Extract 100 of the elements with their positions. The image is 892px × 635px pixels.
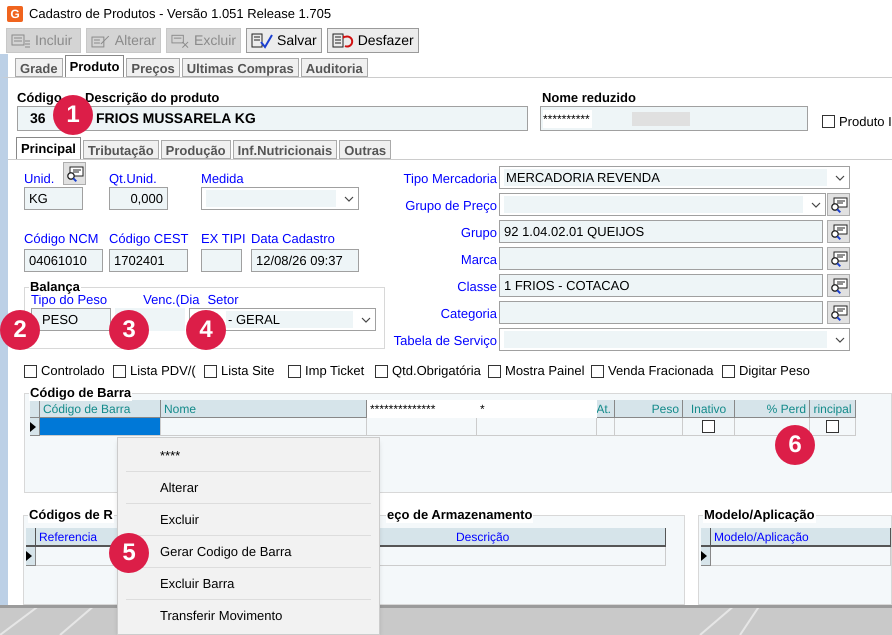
input-field[interactable] [499,301,823,324]
field-label: Grupo [460,224,497,242]
checkbox[interactable] [822,115,835,128]
chevron-down-icon [344,196,354,202]
field-label: Código NCM [24,232,100,246]
checkbox[interactable] [288,364,301,378]
field-value: ********** [543,110,592,128]
tab[interactable]: Produto [64,55,124,77]
field-label: Qt.Unid. [109,172,158,186]
dropdown-field[interactable] [499,193,826,216]
menu-item[interactable]: Alterar [126,472,371,504]
lookup-button[interactable] [827,193,850,216]
tab[interactable]: Auditoria [300,58,368,77]
input-field[interactable]: KG [24,187,83,210]
checkbox[interactable] [826,420,839,433]
input-field[interactable]: 12/08/26 09:37 [251,249,359,272]
lookup-button[interactable] [827,220,850,243]
field-label: Medida [201,172,244,186]
lookup-button[interactable] [827,274,850,297]
input-field[interactable]: ********** [540,106,808,131]
field-label: EX TIPI [201,232,247,246]
field-label: Nome reduzido [542,91,636,105]
dropdown-field[interactable]: MERCADORIA REVENDA [499,166,850,189]
checkbox-label: Produto I [839,112,892,131]
lookup-button[interactable] [63,162,86,185]
input-field[interactable]: 92 1.04.02.01 QUEIJOS [499,220,823,243]
toolbar-button[interactable]: Desfazer [326,28,419,53]
column-header: * [477,400,597,418]
chevron-down-icon [361,316,371,322]
tab[interactable]: Outras [339,140,392,159]
checkbox[interactable] [591,364,604,378]
input-field[interactable] [201,249,242,272]
chevron-down-icon [811,202,821,208]
checkbox-label: Digitar Peso [739,362,810,380]
tab[interactable]: Grade [15,58,63,77]
column-header: Peso [615,400,683,418]
dropdown-field[interactable] [499,328,850,351]
checkbox[interactable] [113,364,126,378]
column-header: Modelo/Aplicação [711,528,891,547]
lookup-button[interactable] [827,247,850,270]
checkbox[interactable] [24,364,37,378]
search-icon [830,304,848,320]
input-field[interactable]: 1702401 [109,249,188,272]
window-title: Cadastro de Produtos - Versão 1.051 Release 1.705 [29,4,332,23]
checkbox-label: Venda Fracionada [608,362,714,380]
tab[interactable]: Tributação [82,140,159,159]
checkbox[interactable] [488,364,501,378]
group-title: Modelo/Aplicação [703,507,816,523]
search-icon [830,278,848,294]
callout-tooltip: 4 [186,310,226,350]
group-title: Códigos de R [28,507,114,523]
field-label: Classe [456,278,497,296]
check-icon [251,32,273,48]
table-cell [597,418,615,436]
column-header: Inativo [683,400,735,418]
checkbox-label: Imp Ticket [305,362,364,380]
tab[interactable]: Produção [160,140,231,159]
toolbar-button[interactable]: Salvar [246,28,322,53]
checkbox[interactable] [375,364,388,378]
triangle-right-icon [26,551,32,561]
menu-item[interactable]: **** [126,440,371,472]
search-icon [66,166,84,182]
checkbox[interactable] [204,364,217,378]
delete-icon [171,32,190,48]
checkbox-label: Mostra Painel [505,362,584,380]
input-field[interactable]: 0,000 [109,187,168,210]
field-label: Unid. [24,172,56,186]
menu-item[interactable]: Transferir Movimento [126,600,371,632]
input-field[interactable] [499,247,823,270]
checkbox[interactable] [722,364,735,378]
undo-icon [332,32,354,48]
input-field[interactable]: 04061010 [24,249,103,272]
checkbox-label: Lista PDV/( [130,362,196,380]
chevron-down-icon [835,174,845,180]
app-logo: G [7,6,23,22]
search-icon [830,224,848,240]
field-label: Marca [460,251,497,270]
lookup-button[interactable] [827,301,850,324]
field-label: Categoria [440,305,497,324]
group-title: Balança [29,279,81,295]
field-label: Código CEST [109,232,190,246]
field-label: Venc.(Dia [143,293,200,307]
dropdown-field[interactable] [201,187,359,210]
field-label: Descrição do produto [85,91,220,105]
checkbox[interactable] [702,420,715,433]
tab[interactable]: Principal [16,137,81,159]
column-header: rincipal [810,400,856,418]
column-header: Código de Barra [40,400,161,418]
chevron-down-icon [835,336,845,342]
input-field[interactable]: 1 FRIOS - COTACAO [499,274,823,297]
column-header: % Perd [735,400,810,418]
field-label: Código [17,91,63,105]
field-label: Data Cadastro [251,232,335,246]
field-label: Tipo Mercadoria [402,170,497,188]
tab[interactable]: Inf.Nutricionais [232,140,338,159]
tab[interactable]: Preços [126,58,180,77]
input-field[interactable]: PESO [31,308,111,331]
field-label: Grupo de Preço [404,197,497,216]
tab[interactable]: Ultimas Compras [182,58,299,77]
checkbox-label: Qtd.Obrigatória [392,362,481,380]
